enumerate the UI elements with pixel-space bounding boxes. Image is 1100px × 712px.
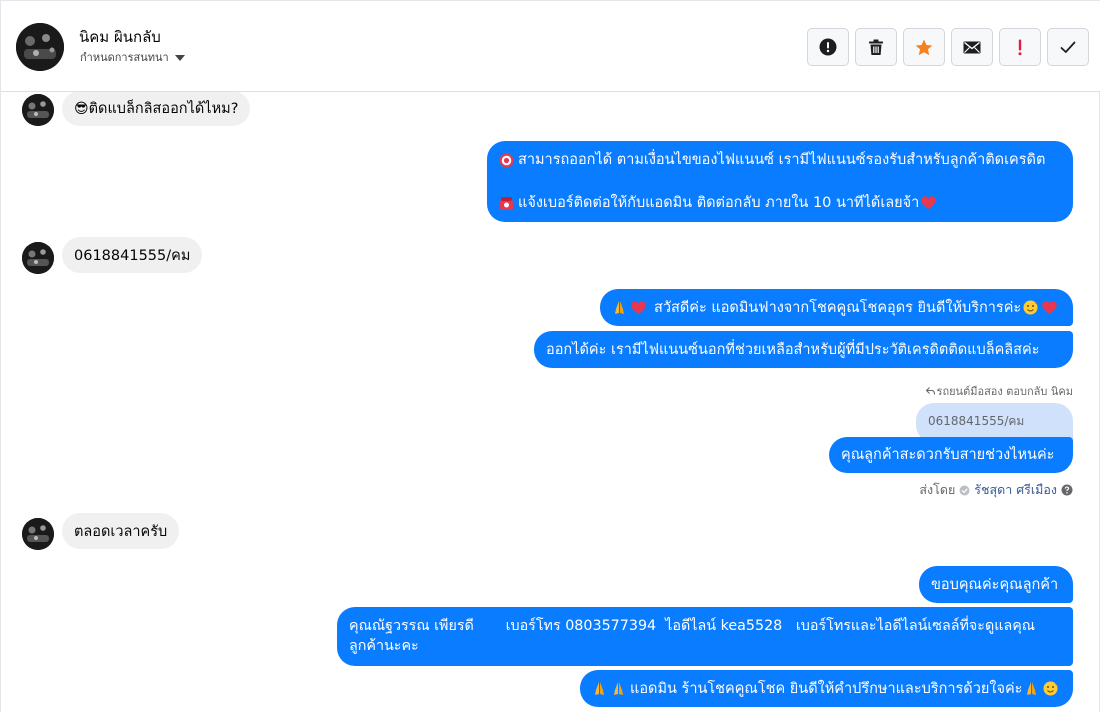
message-text: สามารถออกได้ ตามเงื่อนไขของไฟแนนซ์ เรามี… xyxy=(518,152,1046,168)
message-text: ขอบคุณค่ะคุณลูกค้า xyxy=(931,576,1059,593)
sent-by: ส่งโดย รัชสุดา ศรีเมือง xyxy=(919,480,1073,500)
message-incoming[interactable]: 😎 ติดแบล็กลิสออกได้ไหม? xyxy=(62,92,251,126)
message-text: คุณลูกค้าสะดวกรับสายช่วงไหนค่ะ xyxy=(841,447,1055,463)
chat-window: นิคม ผินกลับ กำหนดการสนทนา 😎 ติดแบล็กลิส… xyxy=(0,0,1100,712)
message-line: สามารถออกได้ ตามเงื่อนไขของไฟแนนซ์ เรามี… xyxy=(499,150,1061,170)
message-line: แจ้งเบอร์ติดต่อให้กับแอดมิน ติดต่อกลับ ภ… xyxy=(499,193,1061,213)
message-outgoing[interactable]: คุณณัฐวรรณ เพียรดี เบอร์โทร 0803577394 ไ… xyxy=(337,607,1073,666)
help-icon[interactable] xyxy=(1061,484,1073,496)
message-text: แจ้งเบอร์ติดต่อให้กับแอดมิน ติดต่อกลับ ภ… xyxy=(518,195,920,211)
reply-context-text: รถยนต์มือสอง ตอบกลับ นิคม xyxy=(936,385,1073,398)
mark-unread-button[interactable] xyxy=(951,28,993,66)
message-text: ลูกค้านะคะ xyxy=(349,638,419,654)
message-text: ตลอดเวลาครับ xyxy=(74,523,168,540)
conversation-options-dropdown[interactable]: กำหนดการสนทนา xyxy=(80,48,185,66)
message-text: สวัสดีค่ะ แอดมินฟางจากโชคคูณโชคอุดร ยินด… xyxy=(654,299,1022,316)
sunglasses-emoji: 😎 xyxy=(74,100,89,117)
target-emoji xyxy=(499,153,514,168)
star-icon xyxy=(915,39,933,55)
avatar[interactable] xyxy=(22,518,54,550)
smiling-hearts-emoji xyxy=(1043,681,1058,696)
check-icon xyxy=(1060,41,1076,53)
header-toolbar xyxy=(807,28,1089,66)
envelope-icon xyxy=(963,41,981,53)
pray-emoji xyxy=(612,300,627,315)
message-incoming[interactable]: 0618841555/คม xyxy=(62,237,203,273)
verified-icon xyxy=(959,485,970,495)
mark-spam-button[interactable] xyxy=(807,28,849,66)
heart-emoji xyxy=(1042,300,1057,315)
conversation-header: นิคม ผินกลับ กำหนดการสนทนา xyxy=(1,1,1100,92)
reply-icon xyxy=(925,387,935,395)
message-outgoing[interactable]: ขอบคุณค่ะคุณลูกค้า xyxy=(919,566,1073,603)
mark-done-button[interactable] xyxy=(1047,28,1089,66)
message-incoming[interactable]: ตลอดเวลาครับ xyxy=(62,513,180,549)
heart-emoji xyxy=(631,300,646,315)
pray-emoji xyxy=(611,681,626,696)
avatar[interactable] xyxy=(16,23,64,71)
smiling-hearts-emoji xyxy=(1023,300,1038,315)
message-text: คุณณัฐวรรณ เพียรดี เบอร์โทร 0803577394 ไ… xyxy=(349,618,1036,634)
message-text: แอดมิน ร้านโชคคูณโชค ยินดีให้คำปรึกษาและ… xyxy=(630,680,1023,697)
message-outgoing[interactable]: แอดมิน ร้านโชคคูณโชค ยินดีให้คำปรึกษาและ… xyxy=(580,670,1073,707)
exclamation-icon xyxy=(1018,39,1022,55)
message-line: สวัสดีค่ะ แอดมินฟางจากโชคคูณโชคอุดร ยินด… xyxy=(612,298,1059,318)
sent-by-label: ส่งโดย xyxy=(919,482,956,497)
avatar[interactable] xyxy=(22,242,54,274)
message-outgoing[interactable]: สามารถออกได้ ตามเงื่อนไขของไฟแนนซ์ เรามี… xyxy=(487,141,1073,222)
contact-name[interactable]: นิคม ผินกลับ xyxy=(79,25,161,49)
telephone-emoji xyxy=(499,196,514,211)
reply-context: รถยนต์มือสอง ตอบกลับ นิคม xyxy=(925,382,1073,400)
message-text: ติดแบล็กลิสออกได้ไหม? xyxy=(88,101,239,117)
message-text: ออกได้ค่ะ เรามีไฟแนนซ์นอกที่ช่วยเหลือสำห… xyxy=(546,341,1040,358)
message-text: 0618841555/คม xyxy=(74,247,191,264)
conversation-options-label: กำหนดการสนทนา xyxy=(80,51,169,64)
chevron-down-icon xyxy=(174,54,185,61)
heart-emoji xyxy=(921,196,937,211)
message-outgoing[interactable]: สวัสดีค่ะ แอดมินฟางจากโชคคูณโชคอุดร ยินด… xyxy=(600,289,1073,326)
alert-circle-icon xyxy=(819,38,837,56)
follow-up-button[interactable] xyxy=(999,28,1041,66)
trash-icon xyxy=(869,39,883,55)
star-button[interactable] xyxy=(903,28,945,66)
message-list[interactable]: 😎 ติดแบล็กลิสออกได้ไหม? สามารถออกได้ ตาม… xyxy=(1,92,1100,712)
pray-emoji xyxy=(592,681,607,696)
avatar[interactable] xyxy=(22,94,54,126)
message-outgoing[interactable]: คุณลูกค้าสะดวกรับสายช่วงไหนค่ะ xyxy=(829,437,1073,473)
quoted-text: 0618841555/คม xyxy=(928,414,1025,428)
message-line: แอดมิน ร้านโชคคูณโชค ยินดีให้คำปรึกษาและ… xyxy=(592,679,1060,699)
pray-emoji xyxy=(1024,681,1039,696)
message-outgoing[interactable]: ออกได้ค่ะ เรามีไฟแนนซ์นอกที่ช่วยเหลือสำห… xyxy=(534,331,1073,368)
delete-button[interactable] xyxy=(855,28,897,66)
agent-name[interactable]: รัชสุดา ศรีเมือง xyxy=(974,480,1057,500)
